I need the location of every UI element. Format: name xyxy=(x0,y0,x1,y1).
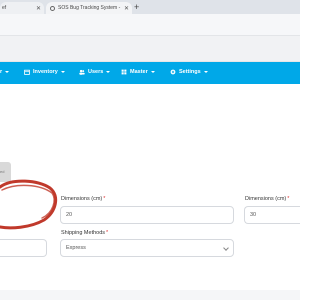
close-tab-icon[interactable]: ✕ xyxy=(36,5,41,12)
dimensions-value: 30 xyxy=(250,212,257,218)
browser-tab-active[interactable]: SOS Bug Tracking System - Bro ✕ xyxy=(46,2,132,14)
form-tab-label: ed xyxy=(0,169,5,174)
tab-title: ef xyxy=(2,5,7,11)
grid-icon xyxy=(121,69,127,75)
globe-icon xyxy=(50,5,55,11)
dimensions-input[interactable]: 20 xyxy=(60,206,234,224)
bookmarks-bar xyxy=(0,36,300,62)
nav-item-label: Inventory xyxy=(33,69,58,75)
shipping-methods-select[interactable]: Express xyxy=(60,239,234,257)
dimensions-value: 20 xyxy=(66,212,73,218)
chevron-down-icon xyxy=(60,71,65,73)
main-navbar: r Inventory Users Master Settings xyxy=(0,62,300,84)
chevron-down-icon xyxy=(5,71,10,73)
nav-item-label: Master xyxy=(130,69,148,75)
field-label-text: Dimensions (cm) xyxy=(245,196,287,202)
nav-item-master[interactable]: Master xyxy=(121,69,155,75)
nav-item-inventory[interactable]: Inventory xyxy=(24,69,65,75)
chevron-down-icon xyxy=(203,71,208,73)
required-mark: * xyxy=(287,196,290,202)
browser-tab[interactable]: ef ✕ xyxy=(0,2,44,14)
required-mark: * xyxy=(106,230,109,236)
page-footer-strip xyxy=(0,290,300,300)
nav-item-label: Users xyxy=(88,69,104,75)
close-tab-icon[interactable]: ✕ xyxy=(124,5,129,12)
shipping-methods-label: Shipping Methods* xyxy=(61,230,108,236)
field-label-text: Shipping Methods xyxy=(61,230,106,236)
users-icon xyxy=(79,69,85,75)
partial-input[interactable] xyxy=(0,239,47,257)
chevron-down-icon xyxy=(150,71,155,73)
dimensions-label: Dimensions (cm)* xyxy=(61,196,105,202)
new-tab-button[interactable]: + xyxy=(134,1,139,13)
gear-icon xyxy=(170,69,176,75)
nav-item-users[interactable]: Users xyxy=(79,69,111,75)
browser-tab-strip: ef ✕ SOS Bug Tracking System - Bro ✕ + xyxy=(0,0,300,14)
nav-item-partial[interactable]: r xyxy=(0,69,10,75)
field-label-text: Dimensions (cm) xyxy=(61,196,103,202)
nav-item-label: Settings xyxy=(179,69,201,75)
dimensions-label: Dimensions (cm)* xyxy=(245,196,289,202)
form-tab[interactable]: ed xyxy=(0,162,11,182)
dimensions-input[interactable]: 30 xyxy=(244,206,300,224)
box-icon xyxy=(24,69,30,75)
nav-item-settings[interactable]: Settings xyxy=(170,69,208,75)
tab-title: SOS Bug Tracking System - Bro xyxy=(58,5,121,11)
nav-item-label: r xyxy=(0,69,3,75)
shipping-method-value: Express xyxy=(66,245,86,251)
address-bar[interactable] xyxy=(0,14,300,36)
chevron-down-icon xyxy=(223,245,229,251)
required-mark: * xyxy=(103,196,106,202)
chevron-down-icon xyxy=(106,71,111,73)
